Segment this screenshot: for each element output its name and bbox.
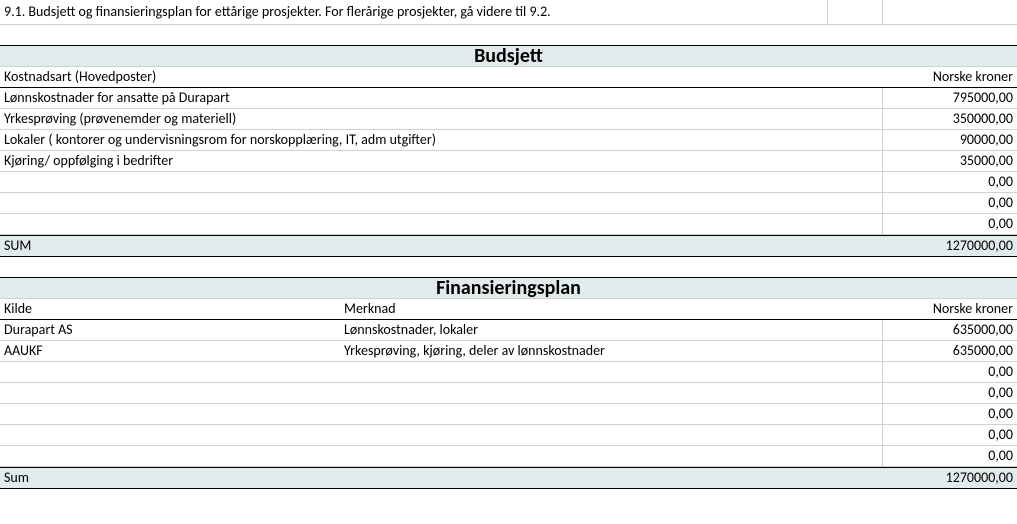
financing-row-note	[340, 404, 882, 424]
financing-row-amount: 0,00	[882, 425, 1017, 445]
financing-row-source	[0, 425, 340, 445]
financing-row: AAUKFYrkesprøving, kjøring, deler av løn…	[0, 341, 1017, 362]
budget-row: Lønnskostnader for ansatte på Durapart79…	[0, 88, 1017, 109]
financing-row-source: AAUKF	[0, 341, 340, 361]
financing-row-note	[340, 362, 882, 382]
financing-row: 0,00	[0, 446, 1017, 467]
financing-row-source	[0, 446, 340, 466]
budget-row-name	[0, 193, 882, 213]
financing-row: 0,00	[0, 404, 1017, 425]
financing-col-merknad: Merknad	[340, 299, 882, 319]
budget-sum-label: SUM	[0, 236, 882, 256]
budget-row: 0,00	[0, 214, 1017, 235]
spacer-col	[827, 0, 882, 24]
financing-row-amount: 0,00	[882, 383, 1017, 403]
financing-col-kilde: Kilde	[0, 299, 340, 319]
financing-row-amount: 635000,00	[882, 320, 1017, 340]
instruction-text: 9.1. Budsjett og finansieringsplan for e…	[0, 0, 827, 24]
spacer-row	[0, 257, 1017, 277]
financing-row: 0,00	[0, 383, 1017, 404]
financing-row-note: Lønnskostnader, lokaler	[340, 320, 882, 340]
financing-row: 0,00	[0, 362, 1017, 383]
budget-row: 0,00	[0, 172, 1017, 193]
financing-header-row: Kilde Merknad Norske kroner	[0, 299, 1017, 320]
budget-row-amount: 350000,00	[882, 109, 1017, 129]
budget-row-amount: 795000,00	[882, 88, 1017, 108]
financing-row-source	[0, 404, 340, 424]
budget-col-amount: Norske kroner	[882, 67, 1017, 87]
financing-sum-label: Sum	[0, 468, 882, 488]
financing-row-note	[340, 425, 882, 445]
financing-section-heading: Finansieringsplan	[0, 277, 1017, 299]
financing-row: Durapart ASLønnskostnader, lokaler635000…	[0, 320, 1017, 341]
financing-row: 0,00	[0, 425, 1017, 446]
financing-row-source	[0, 362, 340, 382]
budget-row: Lokaler ( kontorer og undervisningsrom f…	[0, 130, 1017, 151]
financing-sum-row: Sum 1270000,00	[0, 467, 1017, 489]
financing-rows: Durapart ASLønnskostnader, lokaler635000…	[0, 320, 1017, 467]
financing-row-amount: 635000,00	[882, 341, 1017, 361]
budget-row-amount: 0,00	[882, 172, 1017, 192]
budget-row: Yrkesprøving (prøvenemder og materiell)3…	[0, 109, 1017, 130]
budget-row-name: Kjøring/ oppfølging i bedrifter	[0, 151, 882, 171]
budget-rows: Lønnskostnader for ansatte på Durapart79…	[0, 88, 1017, 235]
budget-row-amount: 0,00	[882, 214, 1017, 234]
budget-row-name	[0, 214, 882, 234]
budget-row: Kjøring/ oppfølging i bedrifter35000,00	[0, 151, 1017, 172]
financing-row-amount: 0,00	[882, 446, 1017, 466]
financing-heading-text: Finansieringsplan	[0, 278, 1017, 298]
budget-row-amount: 35000,00	[882, 151, 1017, 171]
budget-section-heading: Budsjett	[0, 45, 1017, 67]
financing-row-amount: 0,00	[882, 362, 1017, 382]
spacer-amount	[882, 0, 1017, 24]
budget-sum-row: SUM 1270000,00	[0, 235, 1017, 257]
budget-heading-text: Budsjett	[0, 46, 1017, 66]
budget-row-amount: 90000,00	[882, 130, 1017, 150]
financing-row-amount: 0,00	[882, 404, 1017, 424]
financing-row-note	[340, 383, 882, 403]
budget-row-name	[0, 172, 882, 192]
financing-row-note	[340, 446, 882, 466]
financing-row-note: Yrkesprøving, kjøring, deler av lønnskos…	[340, 341, 882, 361]
financing-sum-amount: 1270000,00	[882, 468, 1017, 488]
budget-sum-amount: 1270000,00	[882, 236, 1017, 256]
financing-row-source	[0, 383, 340, 403]
instruction-row: 9.1. Budsjett og finansieringsplan for e…	[0, 0, 1017, 25]
budget-col-kostnadsart: Kostnadsart (Hovedposter)	[0, 67, 882, 87]
budget-header-row: Kostnadsart (Hovedposter) Norske kroner	[0, 67, 1017, 88]
budget-row: 0,00	[0, 193, 1017, 214]
financing-col-amount: Norske kroner	[882, 299, 1017, 319]
budget-row-name: Yrkesprøving (prøvenemder og materiell)	[0, 109, 882, 129]
financing-row-source: Durapart AS	[0, 320, 340, 340]
budget-row-name: Lønnskostnader for ansatte på Durapart	[0, 88, 882, 108]
budget-row-name: Lokaler ( kontorer og undervisningsrom f…	[0, 130, 882, 150]
spacer-row	[0, 25, 1017, 45]
budget-row-amount: 0,00	[882, 193, 1017, 213]
